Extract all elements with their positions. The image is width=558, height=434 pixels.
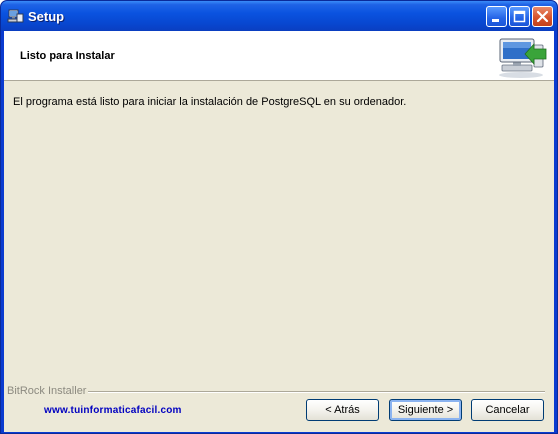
minimize-button[interactable]: [486, 6, 507, 27]
setup-window: Setup Listo para Instalar El programa es…: [0, 0, 558, 434]
computer-install-icon: [499, 38, 547, 78]
maximize-button[interactable]: [509, 6, 530, 27]
close-icon: [536, 10, 549, 23]
cancel-button[interactable]: Cancelar: [471, 399, 544, 421]
minimize-icon: [492, 19, 499, 22]
website-link[interactable]: www.tuinformaticafacil.com: [44, 405, 182, 416]
footer-divider: [88, 391, 545, 393]
ready-message: El programa está listo para iniciar la i…: [13, 96, 407, 108]
close-button[interactable]: [532, 6, 553, 27]
back-button[interactable]: < Atrás: [306, 399, 379, 421]
setup-app-icon: [7, 9, 24, 23]
dialog-client-area: Listo para Instalar El programa está lis…: [4, 31, 554, 432]
maximize-icon: [513, 10, 526, 23]
next-button[interactable]: Siguiente >: [389, 399, 462, 421]
window-title: Setup: [28, 9, 65, 24]
installer-brand-label: BitRock Installer: [7, 385, 87, 397]
wizard-header: Listo para Instalar: [4, 31, 554, 81]
page-title: Listo para Instalar: [20, 50, 115, 62]
title-bar[interactable]: Setup: [1, 1, 557, 31]
